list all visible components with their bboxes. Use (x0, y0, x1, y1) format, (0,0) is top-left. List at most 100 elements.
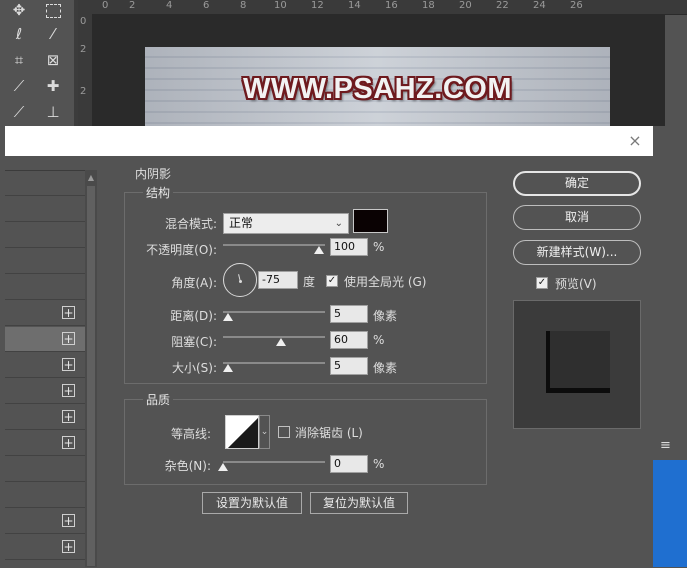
opacity-unit: % (373, 240, 385, 254)
opacity-input[interactable]: 100 (330, 238, 368, 256)
add-style-icon[interactable]: + (62, 332, 75, 345)
make-default-button[interactable]: 设置为默认值 (202, 492, 302, 514)
choke-slider-track[interactable] (223, 336, 325, 338)
angle-dial[interactable] (223, 263, 257, 297)
style-list-item[interactable]: + (5, 379, 85, 404)
add-style-icon[interactable]: + (62, 306, 75, 319)
distance-label: 距离(D): (170, 309, 217, 323)
eyedropper-icon[interactable]: ⟋ (8, 76, 30, 96)
choke-slider-thumb[interactable] (276, 338, 286, 346)
blend-mode-select[interactable]: 正常 ⌄ (223, 213, 349, 234)
healing-brush-icon[interactable]: ✚ (42, 76, 64, 96)
contour-label: 等高线: (170, 427, 211, 441)
add-style-icon[interactable]: + (62, 384, 75, 397)
dialog-titlebar[interactable]: × (5, 126, 653, 156)
style-list-item[interactable]: + (5, 301, 85, 326)
angle-input[interactable]: -75 (258, 271, 298, 289)
brush-icon[interactable]: ⟋ (8, 102, 30, 122)
ruler-number: 16 (385, 0, 398, 11)
add-style-icon[interactable]: + (62, 540, 75, 553)
scroll-up-icon[interactable]: ▲ (86, 173, 96, 183)
canvas-text: WWW.PSAHZ.COM (242, 73, 513, 105)
angle-label: 角度(A): (171, 276, 217, 290)
noise-slider-thumb[interactable] (218, 463, 228, 471)
style-list-item[interactable] (5, 197, 85, 222)
blend-mode-label: 混合模式: (164, 217, 217, 231)
global-light-label: 使用全局光 (G) (344, 275, 427, 289)
cancel-button[interactable]: 取消 (513, 205, 641, 230)
noise-input[interactable]: 0 (330, 455, 368, 473)
scrollbar-thumb[interactable] (87, 186, 95, 566)
blend-mode-value: 正常 (229, 216, 254, 230)
ok-button[interactable]: 确定 (513, 171, 641, 196)
ruler-number: 20 (459, 0, 472, 11)
style-list-item[interactable] (5, 275, 85, 300)
add-style-icon[interactable]: + (62, 410, 75, 423)
style-list-item[interactable]: + (5, 353, 85, 378)
contour-curve-icon (226, 416, 258, 448)
style-preview-swatch (546, 331, 610, 393)
opacity-slider-track[interactable] (223, 244, 325, 246)
desktop-background (653, 460, 687, 567)
style-list-scrollbar[interactable]: ▲ (85, 170, 97, 567)
vertical-ruler: 0 2 2 (78, 14, 93, 126)
close-icon[interactable]: × (626, 132, 644, 150)
add-style-icon[interactable]: + (62, 436, 75, 449)
choke-label: 阻塞(C): (171, 335, 217, 349)
ruler-number: 12 (311, 0, 324, 11)
crop-icon[interactable]: ⌗ (8, 50, 30, 70)
size-slider-track[interactable] (223, 362, 325, 364)
distance-input[interactable]: 5 (330, 305, 368, 323)
section-title: 内阴影 (135, 167, 172, 181)
size-label: 大小(S): (171, 361, 217, 375)
frame-icon[interactable]: ⊠ (42, 50, 64, 70)
style-list-item[interactable]: + (5, 405, 85, 430)
distance-slider-thumb[interactable] (223, 313, 233, 321)
ruler-number: 10 (274, 0, 287, 11)
preview-checkbox[interactable]: ✓ (536, 277, 548, 289)
style-list-item[interactable] (5, 457, 85, 482)
horizontal-ruler: 0 2 4 6 8 10 12 14 16 18 20 22 24 26 (78, 0, 687, 15)
style-list-item[interactable] (5, 171, 85, 196)
panel-menu-icon[interactable]: ≡ (660, 438, 671, 453)
style-list-item[interactable]: + (5, 431, 85, 456)
style-preview-box (513, 300, 641, 429)
magic-wand-icon[interactable]: ⁄ (42, 24, 64, 44)
angle-unit: 度 (303, 275, 316, 289)
lasso-icon[interactable]: ℓ (8, 24, 30, 44)
style-list-item[interactable] (5, 483, 85, 508)
opacity-label: 不透明度(O): (146, 243, 217, 257)
ruler-number: 26 (570, 0, 583, 11)
angle-center (239, 280, 242, 283)
opacity-slider-thumb[interactable] (314, 246, 324, 254)
reset-default-button[interactable]: 复位为默认值 (310, 492, 408, 514)
canvas-document[interactable]: WWW.PSAHZ.COM (145, 47, 610, 126)
size-slider-thumb[interactable] (223, 364, 233, 372)
ruler-number: 0 (102, 0, 109, 11)
anti-alias-checkbox[interactable] (278, 426, 290, 438)
global-light-checkbox[interactable]: ✓ (326, 275, 338, 287)
shadow-color-swatch[interactable] (353, 209, 388, 233)
stamp-icon[interactable]: ⊥ (42, 102, 64, 122)
noise-slider-track[interactable] (223, 461, 325, 463)
layer-style-dialog: × + + + + + + + + ▲ 内阴影 结构 混合模式: 正常 ⌄ 不透… (5, 126, 653, 568)
size-input[interactable]: 5 (330, 357, 368, 375)
ruler-number: 24 (533, 0, 546, 11)
noise-unit: % (373, 457, 385, 471)
marquee-icon[interactable] (42, 0, 64, 20)
new-style-button[interactable]: 新建样式(W)... (513, 240, 641, 265)
move-icon[interactable]: ✥ (8, 0, 30, 20)
style-list-item[interactable]: + (5, 535, 85, 560)
add-style-icon[interactable]: + (62, 358, 75, 371)
style-list-item-selected[interactable]: + (5, 327, 85, 352)
noise-label: 杂色(N): (164, 459, 211, 473)
style-list-item[interactable] (5, 249, 85, 274)
add-style-icon[interactable]: + (62, 514, 75, 527)
style-list-item[interactable]: + (5, 509, 85, 534)
contour-dropdown-icon[interactable]: ⌄ (259, 415, 270, 449)
style-list-item[interactable] (5, 223, 85, 248)
style-list: + + + + + + + + (5, 170, 85, 568)
choke-input[interactable]: 60 (330, 331, 368, 349)
distance-slider-track[interactable] (223, 311, 325, 313)
contour-preview[interactable] (225, 415, 259, 449)
